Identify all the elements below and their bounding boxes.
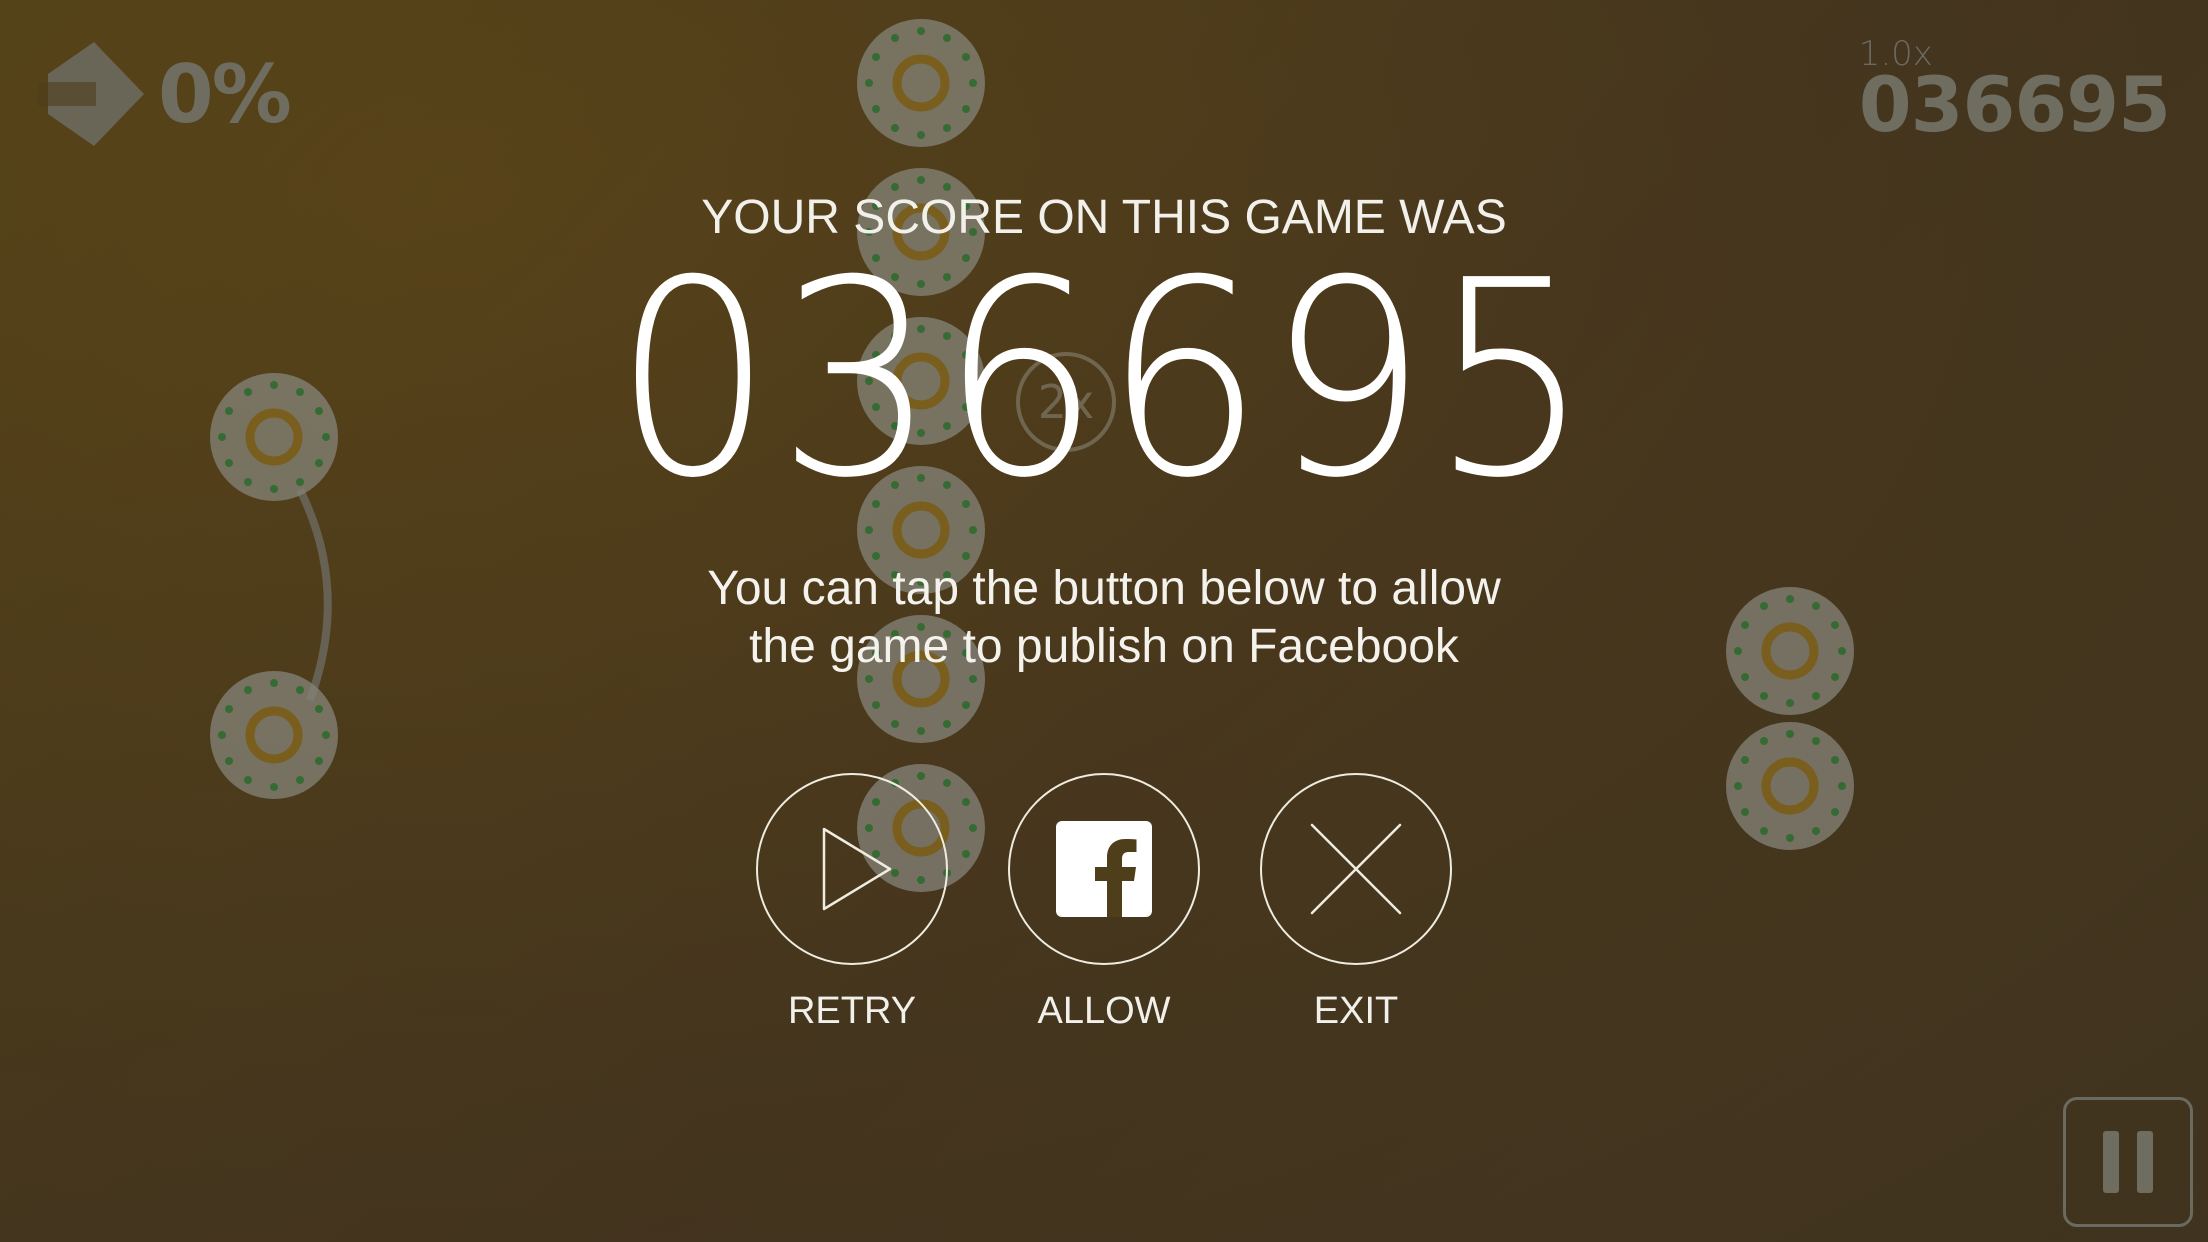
- close-icon: [1310, 823, 1402, 915]
- retry-label: RETRY: [787, 990, 917, 1032]
- exit-button[interactable]: [1260, 773, 1452, 965]
- facebook-message: You can tap the button below to allow th…: [0, 560, 2208, 676]
- play-icon: [822, 827, 892, 911]
- game-over-overlay: YOUR SCORE ON THIS GAME WAS 036695 You c…: [0, 0, 2208, 1242]
- exit-label: EXIT: [1313, 990, 1399, 1032]
- message-line-1: You can tap the button below to allow: [707, 562, 1501, 615]
- message-line-2: the game to publish on Facebook: [749, 620, 1459, 673]
- retry-button[interactable]: [756, 773, 948, 965]
- allow-button[interactable]: [1008, 773, 1200, 965]
- final-score: 036695: [613, 222, 1595, 537]
- pause-bar: [2137, 1131, 2153, 1193]
- allow-label: ALLOW: [1037, 990, 1171, 1032]
- pause-bar: [2103, 1131, 2119, 1193]
- pause-button[interactable]: [2063, 1097, 2193, 1227]
- facebook-icon: [1056, 821, 1152, 917]
